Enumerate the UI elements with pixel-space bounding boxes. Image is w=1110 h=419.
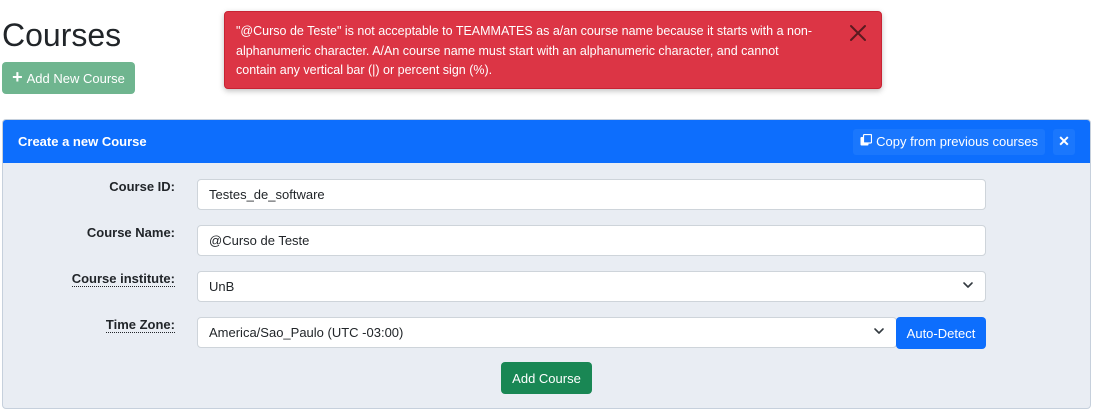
create-course-panel: Create a new Course Copy from previous c… [2, 119, 1091, 409]
alert-message: "@Curso de Teste" is not acceptable to T… [236, 24, 813, 77]
chevron-down-icon [962, 279, 974, 294]
course-name-input[interactable]: @Curso de Teste [197, 225, 986, 256]
course-institute-select[interactable]: UnB [197, 271, 986, 302]
copy-icon [860, 133, 873, 149]
time-zone-row: Time Zone: America/Sao_Paulo (UTC -03:00… [3, 317, 1090, 349]
copy-label: Copy from previous courses [876, 134, 1038, 149]
course-name-label: Course Name: [86, 225, 175, 240]
auto-detect-button[interactable]: Auto-Detect [896, 317, 986, 349]
course-id-label: Course ID: [109, 179, 175, 194]
course-institute-row: Course institute: UnB [3, 271, 1090, 303]
course-institute-label: Course institute: [71, 271, 175, 287]
course-name-row: Course Name: @Curso de Teste [3, 225, 1090, 257]
time-zone-label: Time Zone: [105, 317, 175, 333]
panel-title: Create a new Course [18, 134, 147, 149]
plus-icon: + [12, 67, 23, 87]
copy-from-previous-button[interactable]: Copy from previous courses [853, 128, 1045, 155]
time-zone-select[interactable]: America/Sao_Paulo (UTC -03:00) [197, 317, 897, 348]
error-alert: "@Curso de Teste" is not acceptable to T… [224, 11, 882, 89]
page-title: Courses [2, 17, 122, 53]
add-course-button[interactable]: Add Course [501, 362, 592, 394]
course-id-row: Course ID: Testes_de_software [3, 179, 1090, 211]
add-new-course-label: Add New Course [26, 70, 125, 86]
close-alert-icon[interactable] [847, 22, 869, 44]
chevron-down-icon [873, 325, 885, 340]
close-panel-button[interactable]: ✕ [1053, 128, 1075, 155]
course-institute-value: UnB [209, 279, 235, 294]
time-zone-value: America/Sao_Paulo (UTC -03:00) [209, 325, 404, 340]
add-new-course-button[interactable]: + Add New Course [2, 62, 135, 94]
course-id-input[interactable]: Testes_de_software [197, 179, 986, 210]
panel-header: Create a new Course Copy from previous c… [3, 120, 1090, 163]
